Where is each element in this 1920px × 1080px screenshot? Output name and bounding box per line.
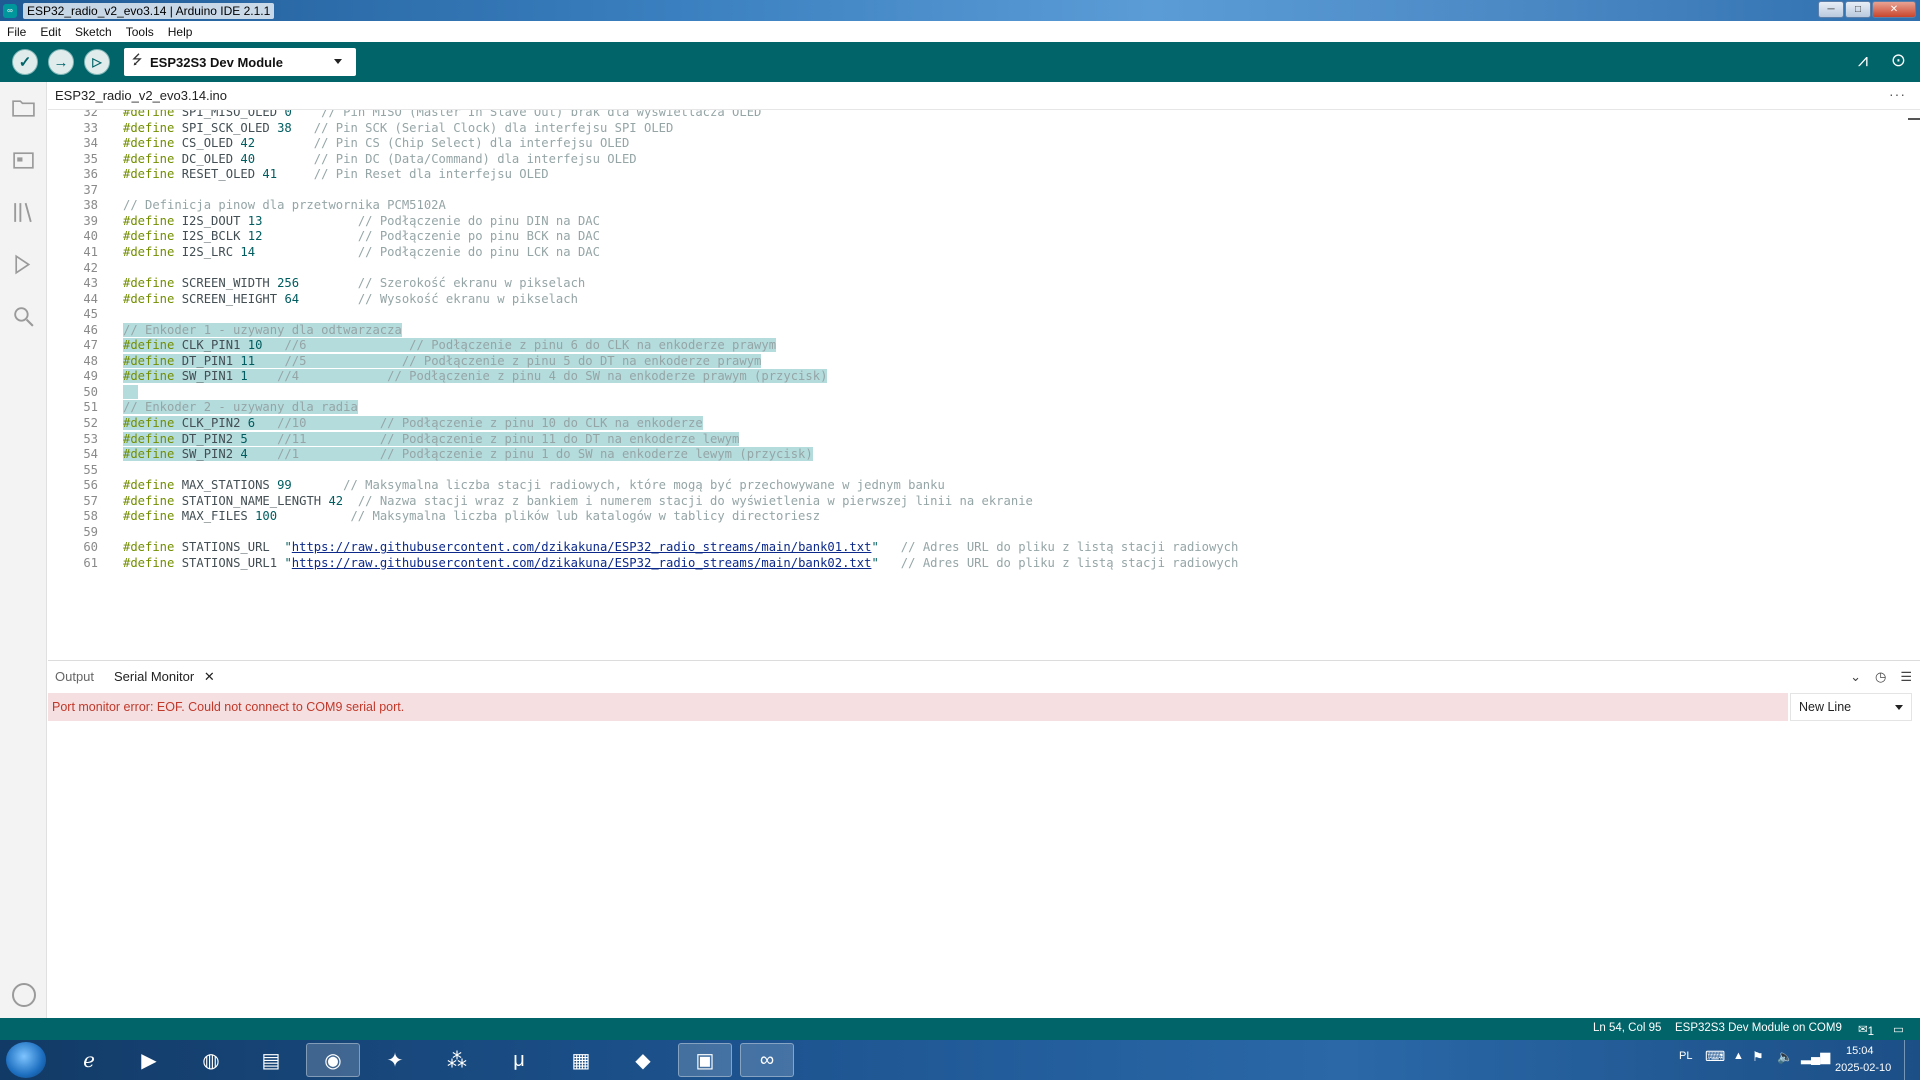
debug-button[interactable]: ▷ xyxy=(84,49,110,75)
debug-icon: ▷ xyxy=(92,55,102,69)
browser-icon[interactable]: ◍ xyxy=(184,1043,238,1077)
menu-bar: File Edit Sketch Tools Help xyxy=(0,21,1920,42)
board-port-status[interactable]: ESP32S3 Dev Module on COM9 xyxy=(1675,1022,1842,1034)
clear-output-icon[interactable]: ☰ xyxy=(1900,669,1912,685)
code-editor[interactable]: 32 #define SPI_MISO_OLED 0 // Pin MISO (M… xyxy=(48,110,1920,660)
start-button[interactable] xyxy=(6,1042,46,1078)
media-player-icon[interactable]: ▶ xyxy=(122,1043,176,1077)
panel-tabs: Output Serial Monitor ✕ ⌄ ◷ ☰ xyxy=(48,661,1920,693)
clock-date[interactable]: 2025-02-10 xyxy=(1835,1062,1891,1074)
language-indicator[interactable]: PL xyxy=(1679,1050,1692,1062)
folder-icon[interactable] xyxy=(11,96,36,121)
network-icon[interactable]: ▂▄▆ xyxy=(1801,1049,1830,1065)
inkscape-icon[interactable]: ◆ xyxy=(616,1043,670,1077)
boards-manager-icon[interactable] xyxy=(11,148,36,173)
internet-explorer-icon[interactable]: ℯ xyxy=(62,1043,116,1077)
maximize-button[interactable]: □ xyxy=(1845,1,1871,18)
panel-icons: ⌄ ◷ ☰ xyxy=(1850,669,1912,685)
line-number: 61 xyxy=(83,555,98,570)
menu-file[interactable]: File xyxy=(7,25,26,39)
show-desktop-button[interactable] xyxy=(1904,1040,1920,1080)
notifications-icon[interactable]: ✉ 1 xyxy=(1858,1022,1874,1038)
search-icon[interactable] xyxy=(11,304,36,329)
toggle-panel-icon[interactable]: ▭ xyxy=(1893,1022,1904,1036)
usb-icon: ⭍ xyxy=(131,52,143,67)
cursor-position[interactable]: Ln 54, Col 95 xyxy=(1593,1022,1661,1034)
debug-panel-icon[interactable] xyxy=(11,252,36,277)
toolbar: ✓ → ▷ ⭍ ESP32S3 Dev Module ⩘ ⊙ xyxy=(0,42,1920,82)
window-title: ESP32_radio_v2_evo3.14 | Arduino IDE 2.1… xyxy=(23,2,275,19)
menu-help[interactable]: Help xyxy=(168,25,193,39)
close-button[interactable]: ✕ xyxy=(1872,1,1916,18)
menu-sketch[interactable]: Sketch xyxy=(75,25,112,39)
board-name: ESP32S3 Dev Module xyxy=(150,54,283,70)
serial-monitor-icon[interactable]: ⊙ xyxy=(1891,50,1906,71)
file-explorer-icon[interactable]: ▤ xyxy=(244,1043,298,1077)
tab-serial-monitor-label: Serial Monitor xyxy=(114,669,195,684)
close-icon[interactable]: ✕ xyxy=(204,669,215,684)
puzzle-app-icon[interactable]: ✦ xyxy=(368,1043,422,1077)
mu-editor-icon[interactable]: μ xyxy=(492,1043,546,1077)
port-error-message: Port monitor error: EOF. Could not conne… xyxy=(48,693,1788,721)
code-line[interactable]: 61 #define STATIONS_URL1 "https://raw.git… xyxy=(48,554,1908,573)
window-controls: ─ □ ✕ xyxy=(1818,1,1916,18)
arrow-right-icon: → xyxy=(53,53,69,71)
status-bar: Ln 54, Col 95 ESP32S3 Dev Module on COM9… xyxy=(0,1018,1920,1040)
tab-output[interactable]: Output xyxy=(55,669,94,684)
dots-app-icon[interactable]: ⁂ xyxy=(430,1043,484,1077)
file-tab[interactable]: ESP32_radio_v2_evo3.14.ino xyxy=(55,88,227,103)
tab-serial-monitor[interactable]: Serial Monitor ✕ xyxy=(114,669,215,685)
library-manager-icon[interactable] xyxy=(11,200,36,225)
upload-button[interactable]: → xyxy=(48,49,74,75)
code-text: #define STATIONS_URL1 "https://raw.githu… xyxy=(123,555,1239,570)
check-icon: ✓ xyxy=(18,54,32,71)
menu-edit[interactable]: Edit xyxy=(40,25,61,39)
verify-button[interactable]: ✓ xyxy=(12,49,38,75)
arduino-app-icon: ∞ xyxy=(3,3,17,18)
bottom-panel: Output Serial Monitor ✕ ⌄ ◷ ☰ Port monit… xyxy=(48,660,1920,1018)
chevron-down-icon xyxy=(334,59,342,64)
scrollbar-marker xyxy=(1908,118,1920,120)
chevron-down-icon xyxy=(1895,705,1903,710)
notifications-count: 1 xyxy=(1867,1026,1875,1038)
window-app-icon[interactable]: ▣ xyxy=(678,1043,732,1077)
account-icon[interactable] xyxy=(12,983,36,1007)
show-hidden-icons-icon[interactable]: ▲ xyxy=(1733,1050,1744,1062)
more-icon[interactable]: ··· xyxy=(1889,86,1906,102)
chrome-icon[interactable]: ◉ xyxy=(306,1043,360,1077)
board-selector[interactable]: ⭍ ESP32S3 Dev Module xyxy=(124,48,356,76)
menu-tools[interactable]: Tools xyxy=(126,25,154,39)
line-ending-value: New Line xyxy=(1799,700,1852,714)
editor-tab-bar: ESP32_radio_v2_evo3.14.ino ··· xyxy=(48,82,1920,110)
volume-icon[interactable]: 🔈 xyxy=(1777,1049,1793,1065)
action-center-flag-icon[interactable]: ⚑ xyxy=(1752,1049,1764,1065)
keyboard-icon[interactable]: ⌨ xyxy=(1705,1048,1725,1065)
arduino-ide-icon[interactable]: ∞ xyxy=(740,1043,794,1077)
taskbar: ℯ ▶ ◍ ▤ ◉ ✦ ⁂ μ ▦ ◆ ▣ ∞ PL ⌨ ▲ ⚑ 🔈 ▂▄▆ 1… xyxy=(0,1040,1920,1080)
title-bar: ∞ ESP32_radio_v2_evo3.14 | Arduino IDE 2… xyxy=(0,0,1920,21)
clock-time[interactable]: 15:04 xyxy=(1846,1045,1874,1057)
minimize-button[interactable]: ─ xyxy=(1818,1,1844,18)
serial-plotter-icon[interactable]: ⩘ xyxy=(1858,50,1868,71)
chevron-double-down-icon[interactable]: ⌄ xyxy=(1850,669,1861,685)
timestamp-clock-icon[interactable]: ◷ xyxy=(1875,669,1886,685)
clapperboard-icon[interactable]: ▦ xyxy=(554,1043,608,1077)
activity-bar xyxy=(0,82,47,1018)
line-ending-select[interactable]: New Line xyxy=(1790,693,1912,721)
